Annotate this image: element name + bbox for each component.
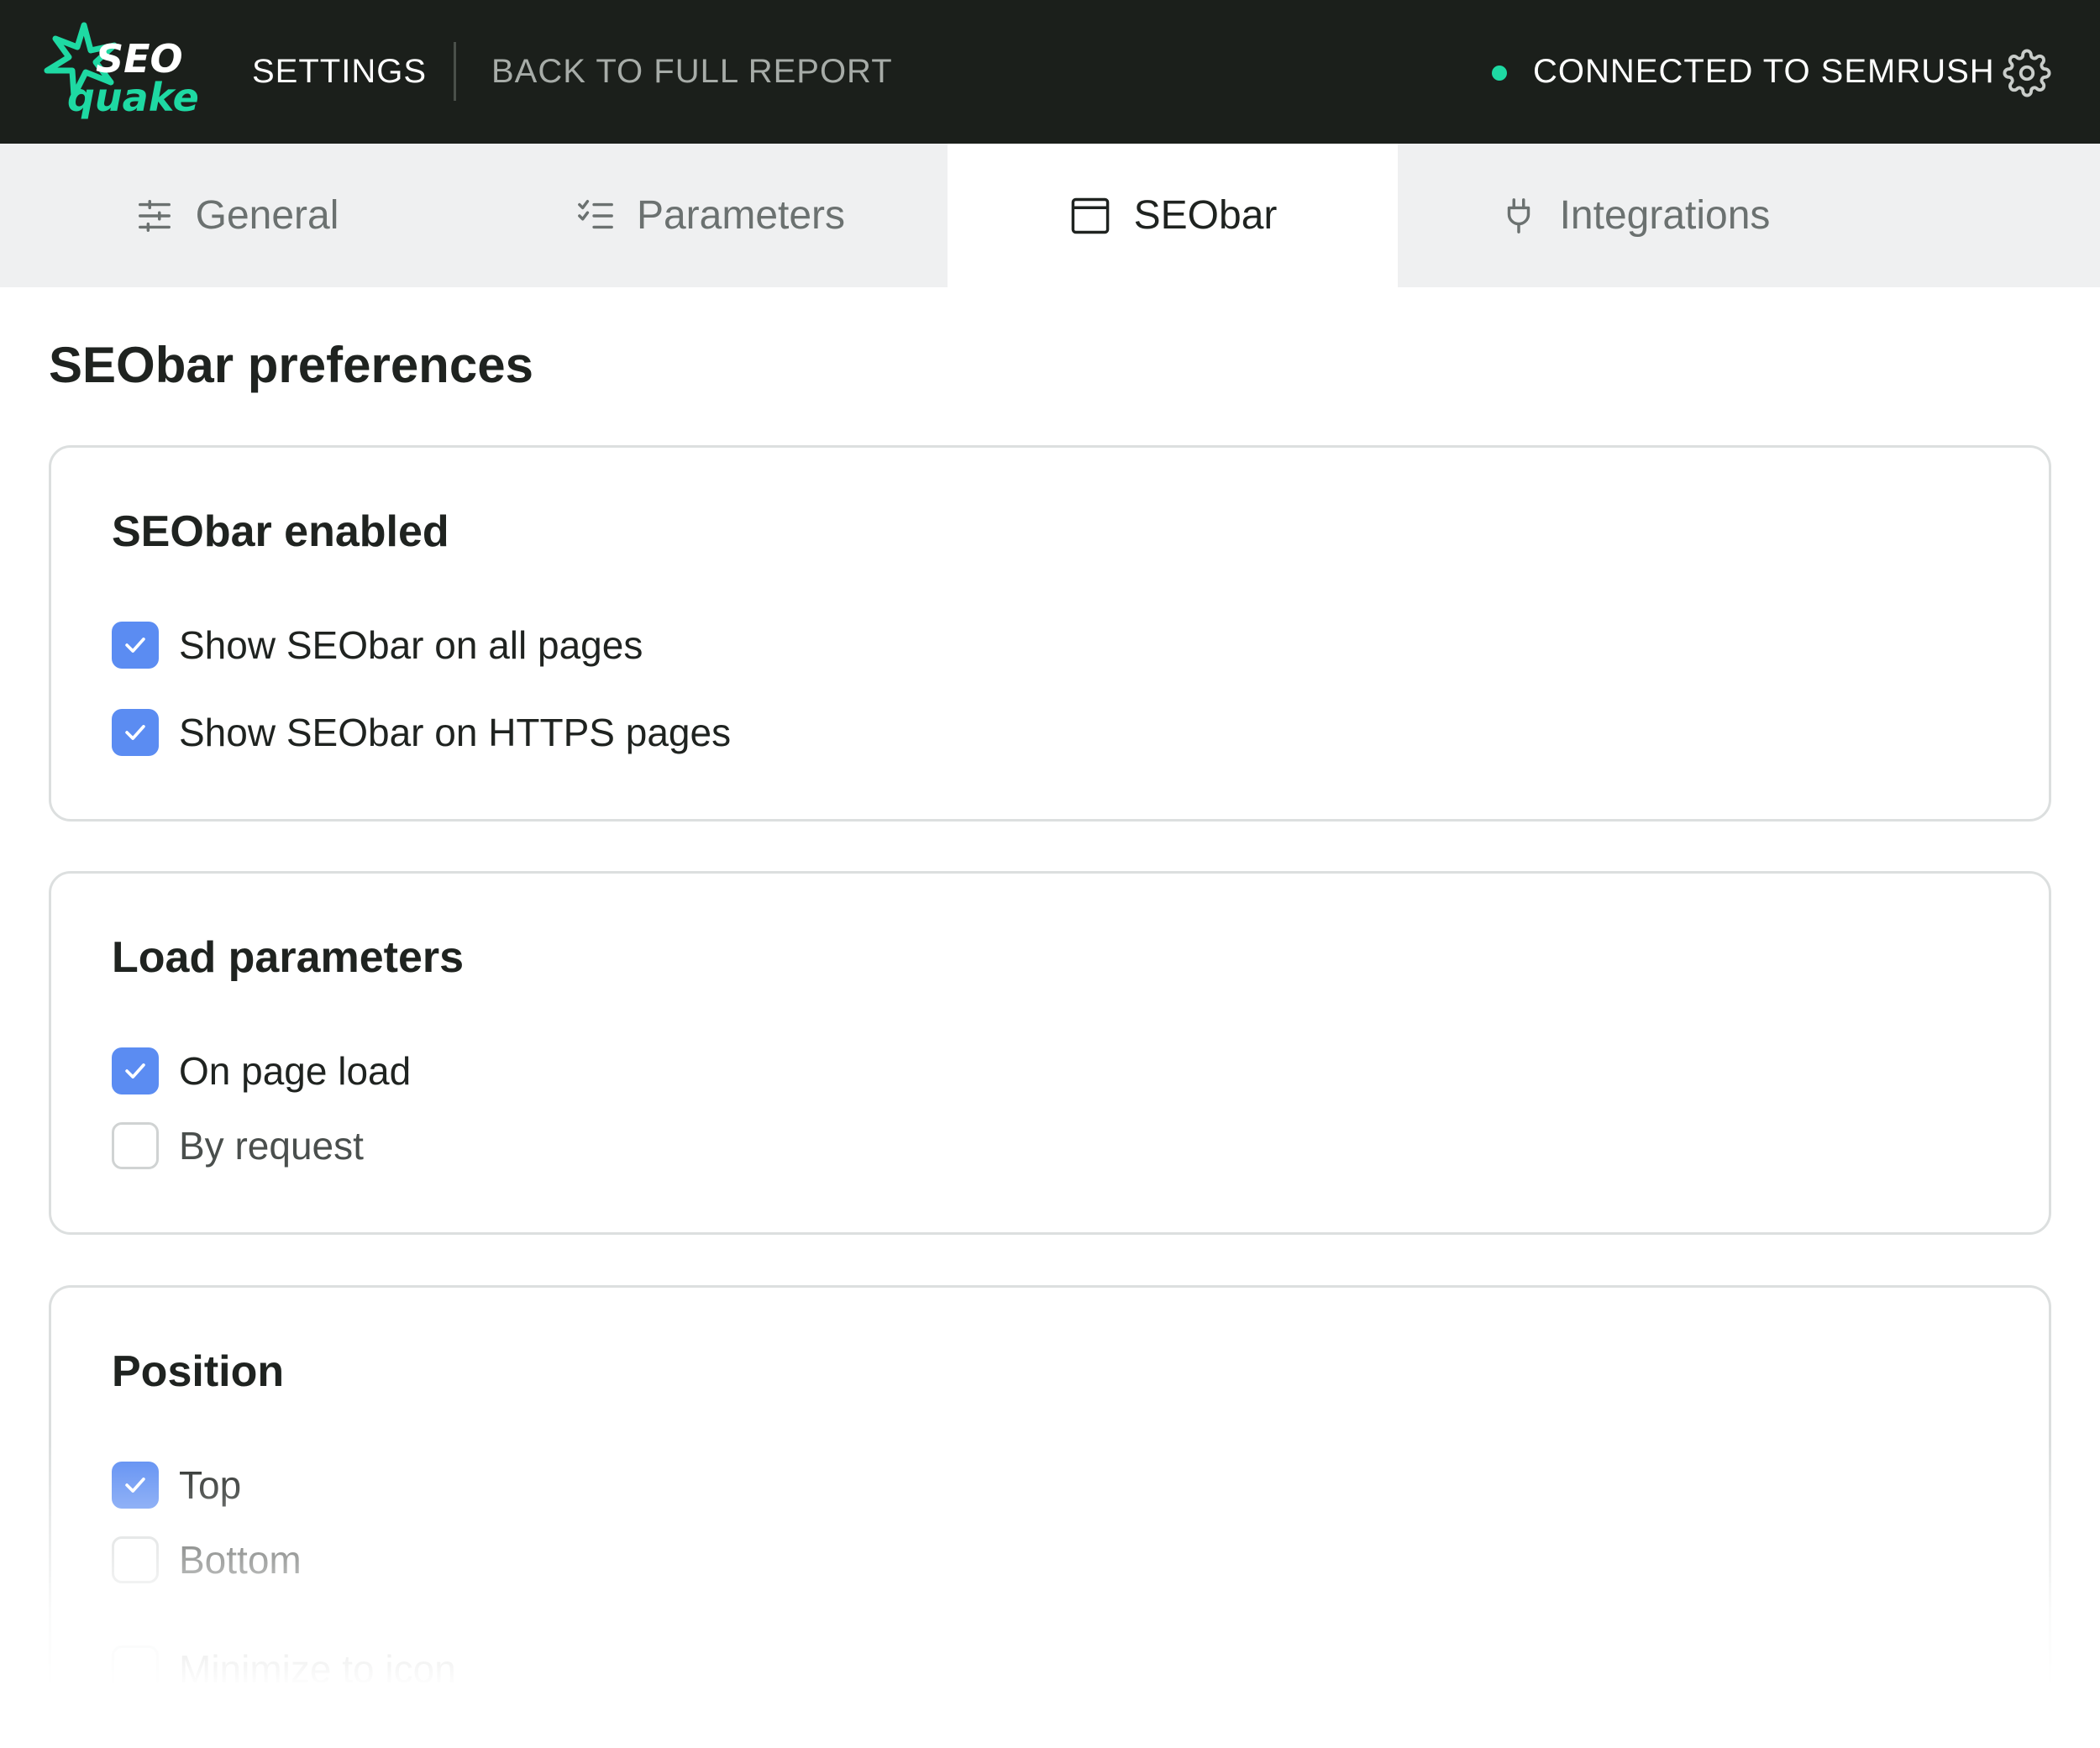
- tab-seobar[interactable]: SEObar: [948, 144, 1398, 287]
- window-icon: [1071, 197, 1109, 234]
- page-title: SEObar preferences: [49, 337, 533, 393]
- option-show-https-pages[interactable]: Show SEObar on HTTPS pages: [112, 709, 731, 756]
- option-on-page-load[interactable]: On page load: [112, 1047, 411, 1094]
- tab-integrations[interactable]: Integrations: [1398, 144, 1872, 287]
- check-icon: [125, 725, 145, 740]
- option-minimize-to-icon[interactable]: Minimize to icon: [112, 1646, 456, 1693]
- settings-tabs: General Parameters SEObar Integrations: [0, 144, 2100, 287]
- option-label: By request: [179, 1124, 364, 1168]
- option-label: Minimize to icon: [179, 1647, 456, 1691]
- section-position: Position Top Bottom Minimize to icon: [49, 1285, 2051, 1748]
- tab-parameters[interactable]: Parameters: [474, 144, 948, 287]
- option-bottom[interactable]: Bottom: [112, 1536, 302, 1583]
- tab-general[interactable]: General: [0, 144, 474, 287]
- logo-text-bottom: quake: [67, 75, 199, 120]
- plug-icon: [1507, 197, 1530, 234]
- nav-divider: [454, 42, 456, 101]
- option-show-all-pages[interactable]: Show SEObar on all pages: [112, 622, 643, 669]
- tab-integrations-label: Integrations: [1559, 193, 1771, 238]
- seoquake-logo[interactable]: SEO quake: [44, 20, 203, 121]
- check-icon: [125, 638, 145, 653]
- section-title: Load parameters: [112, 933, 465, 982]
- checkbox-unchecked[interactable]: [112, 1122, 159, 1169]
- tab-general-label: General: [195, 193, 339, 238]
- option-label: Show SEObar on all pages: [179, 623, 643, 667]
- section-title: SEObar enabled: [112, 507, 449, 556]
- option-label: Bottom: [179, 1538, 302, 1582]
- checkbox-checked[interactable]: [112, 709, 159, 756]
- back-to-full-report-link[interactable]: BACK TO FULL REPORT: [491, 0, 893, 144]
- section-title: Position: [112, 1347, 285, 1396]
- top-header: SEO quake SETTINGS BACK TO FULL REPORT C…: [0, 0, 2100, 144]
- option-by-request[interactable]: By request: [112, 1122, 364, 1169]
- connection-status-label: CONNECTED TO SEMRUSH: [1533, 53, 1995, 90]
- checkbox-checked[interactable]: [112, 1462, 159, 1509]
- sliders-icon: [138, 199, 171, 232]
- option-label: On page load: [179, 1049, 412, 1093]
- option-label: Show SEObar on HTTPS pages: [179, 711, 732, 754]
- gear-icon[interactable]: [2003, 49, 2051, 97]
- checkbox-checked[interactable]: [112, 1047, 159, 1094]
- section-seobar-enabled: SEObar enabled Show SEObar on all pages …: [49, 445, 2051, 822]
- checkbox-unchecked[interactable]: [112, 1646, 159, 1693]
- option-label: Top: [179, 1463, 242, 1507]
- check-icon: [125, 1478, 145, 1493]
- option-top[interactable]: Top: [112, 1462, 241, 1509]
- connection-status-dot: [1492, 66, 1507, 81]
- tab-parameters-label: Parameters: [636, 193, 846, 238]
- check-icon: [125, 1063, 145, 1079]
- tab-seobar-label: SEObar: [1133, 193, 1278, 238]
- nav-settings[interactable]: SETTINGS: [252, 0, 427, 144]
- section-load-parameters: Load parameters On page load By request: [49, 871, 2051, 1235]
- checkbox-checked[interactable]: [112, 622, 159, 669]
- checklist-icon: [578, 199, 613, 228]
- checkbox-unchecked[interactable]: [112, 1536, 159, 1583]
